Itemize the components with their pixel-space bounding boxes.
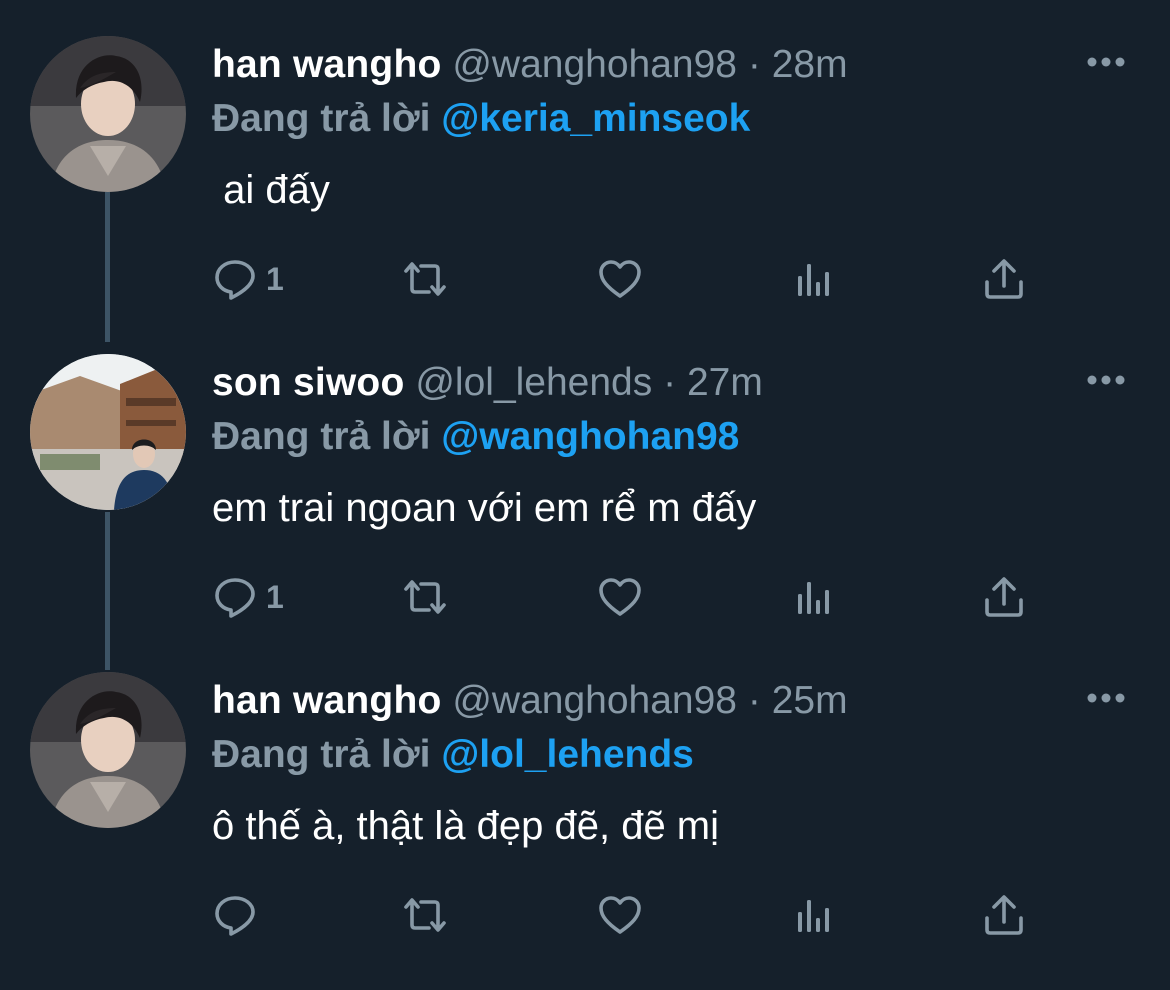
share-icon [985,259,1023,299]
avatar[interactable] [30,354,186,510]
replying-to-label: Đang trả lời [212,415,431,458]
tweet-text: ô thế à, thật là đẹp đẽ, đẽ mị [212,804,720,848]
stats-button[interactable] [790,890,836,940]
stats-button[interactable] [790,572,836,622]
retweet-icon [404,580,446,614]
retweet-button[interactable] [402,890,448,940]
tweet[interactable]: han wangho @wanghohan98 · 25m Đang trả l… [0,672,1170,990]
like-button[interactable] [597,890,643,940]
retweet-icon [404,898,446,932]
reply-button[interactable]: 1 [212,254,284,304]
display-name[interactable]: son siwoo [212,361,404,404]
tweet-header: son siwoo @lol_lehends · 27m [212,358,763,408]
replying-to: Đang trả lời @lol_lehends [212,730,694,780]
tweet-text: em trai ngoan với em rể m đấy [212,486,757,530]
action-bar: 1 [212,572,1042,622]
avatar[interactable] [30,672,186,828]
more-icon[interactable] [1086,56,1126,68]
reply-count: 1 [266,578,284,615]
timestamp[interactable]: 27m [687,361,763,404]
share-button[interactable] [981,572,1027,622]
heart-icon [599,896,641,934]
tweet-header: han wangho @wanghohan98 · 25m [212,676,848,726]
tweet-text: ai đấy [212,168,330,212]
share-icon [985,895,1023,935]
share-icon [985,577,1023,617]
separator-dot: · [747,679,761,722]
avatar-photo-icon [30,36,186,192]
replying-to-label: Đang trả lời [212,97,431,140]
stats-icon [798,264,829,296]
more-icon[interactable] [1086,374,1126,386]
timestamp[interactable]: 25m [772,679,848,722]
action-bar: 1 [212,254,1042,304]
avatar-photo-icon [30,672,186,828]
more-icon[interactable] [1086,692,1126,704]
avatar-photo-icon [30,354,186,510]
display-name[interactable]: han wangho [212,43,442,86]
separator-dot: · [663,361,677,404]
heart-icon [599,260,641,298]
mention-link[interactable]: @keria_minseok [441,97,750,140]
like-button[interactable] [597,572,643,622]
like-button[interactable] [597,254,643,304]
reply-button[interactable]: 1 [212,572,284,622]
avatar[interactable] [30,36,186,192]
share-button[interactable] [981,254,1027,304]
retweet-button[interactable] [402,572,448,622]
heart-icon [599,578,641,616]
replying-to-label: Đang trả lời [212,733,431,776]
replying-to: Đang trả lời @keria_minseok [212,94,750,144]
user-handle[interactable]: @wanghohan98 [452,43,737,86]
stats-icon [798,582,829,614]
tweet[interactable]: han wangho @wanghohan98 · 28m Đang trả l… [0,36,1170,354]
tweet[interactable]: son siwoo @lol_lehends · 27m Đang trả lờ… [0,354,1170,672]
share-button[interactable] [981,890,1027,940]
reply-icon [215,260,255,300]
display-name[interactable]: han wangho [212,679,442,722]
user-handle[interactable]: @lol_lehends [415,361,652,404]
user-handle[interactable]: @wanghohan98 [452,679,737,722]
tweet-thread: han wangho @wanghohan98 · 28m Đang trả l… [0,0,1170,965]
timestamp[interactable]: 28m [772,43,848,86]
retweet-icon [404,262,446,296]
stats-icon [798,900,829,932]
stats-button[interactable] [790,254,836,304]
mention-link[interactable]: @lol_lehends [441,733,694,776]
action-bar [212,890,1042,940]
reply-icon [215,578,255,618]
reply-count: 1 [266,260,284,297]
retweet-button[interactable] [402,254,448,304]
separator-dot: · [747,43,761,86]
reply-icon [215,896,255,936]
reply-button[interactable] [212,890,266,940]
replying-to: Đang trả lời @wanghohan98 [212,412,739,462]
tweet-header: han wangho @wanghohan98 · 28m [212,40,848,90]
mention-link[interactable]: @wanghohan98 [441,415,739,458]
